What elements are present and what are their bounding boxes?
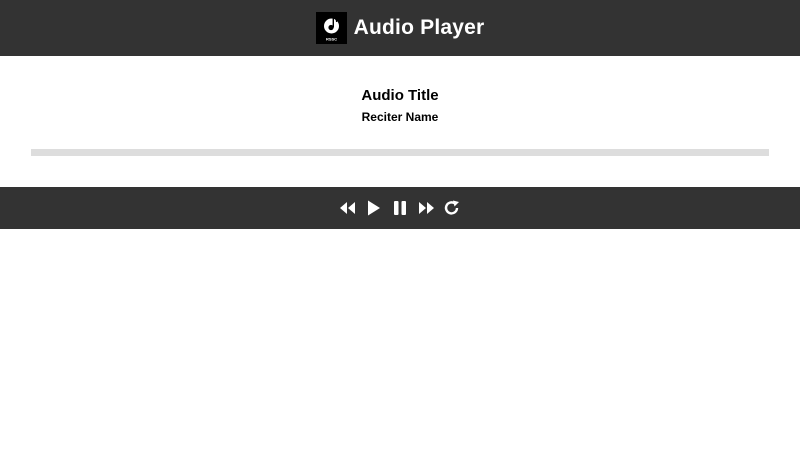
app-title: Audio Player: [353, 16, 485, 39]
play-button[interactable]: [361, 195, 387, 221]
backward-icon: [340, 202, 355, 214]
rewind-button[interactable]: [335, 195, 361, 221]
player-controls: [0, 187, 800, 229]
repeat-button[interactable]: [439, 195, 465, 221]
redo-icon: [444, 200, 459, 215]
svg-text:RSSC: RSSC: [326, 37, 337, 42]
pause-icon: [394, 201, 406, 215]
music-note-icon: RSSC: [323, 17, 339, 42]
app-header: RSSC Audio Player: [0, 0, 800, 56]
reciter-name: Reciter Name: [361, 110, 439, 124]
play-icon: [368, 200, 380, 216]
app-logo: RSSC: [315, 12, 347, 44]
fast-forward-button[interactable]: [413, 195, 439, 221]
pause-button[interactable]: [387, 195, 413, 221]
forward-icon: [419, 202, 434, 214]
audio-title: Audio Title: [361, 87, 439, 104]
progress-bar[interactable]: [31, 149, 769, 156]
